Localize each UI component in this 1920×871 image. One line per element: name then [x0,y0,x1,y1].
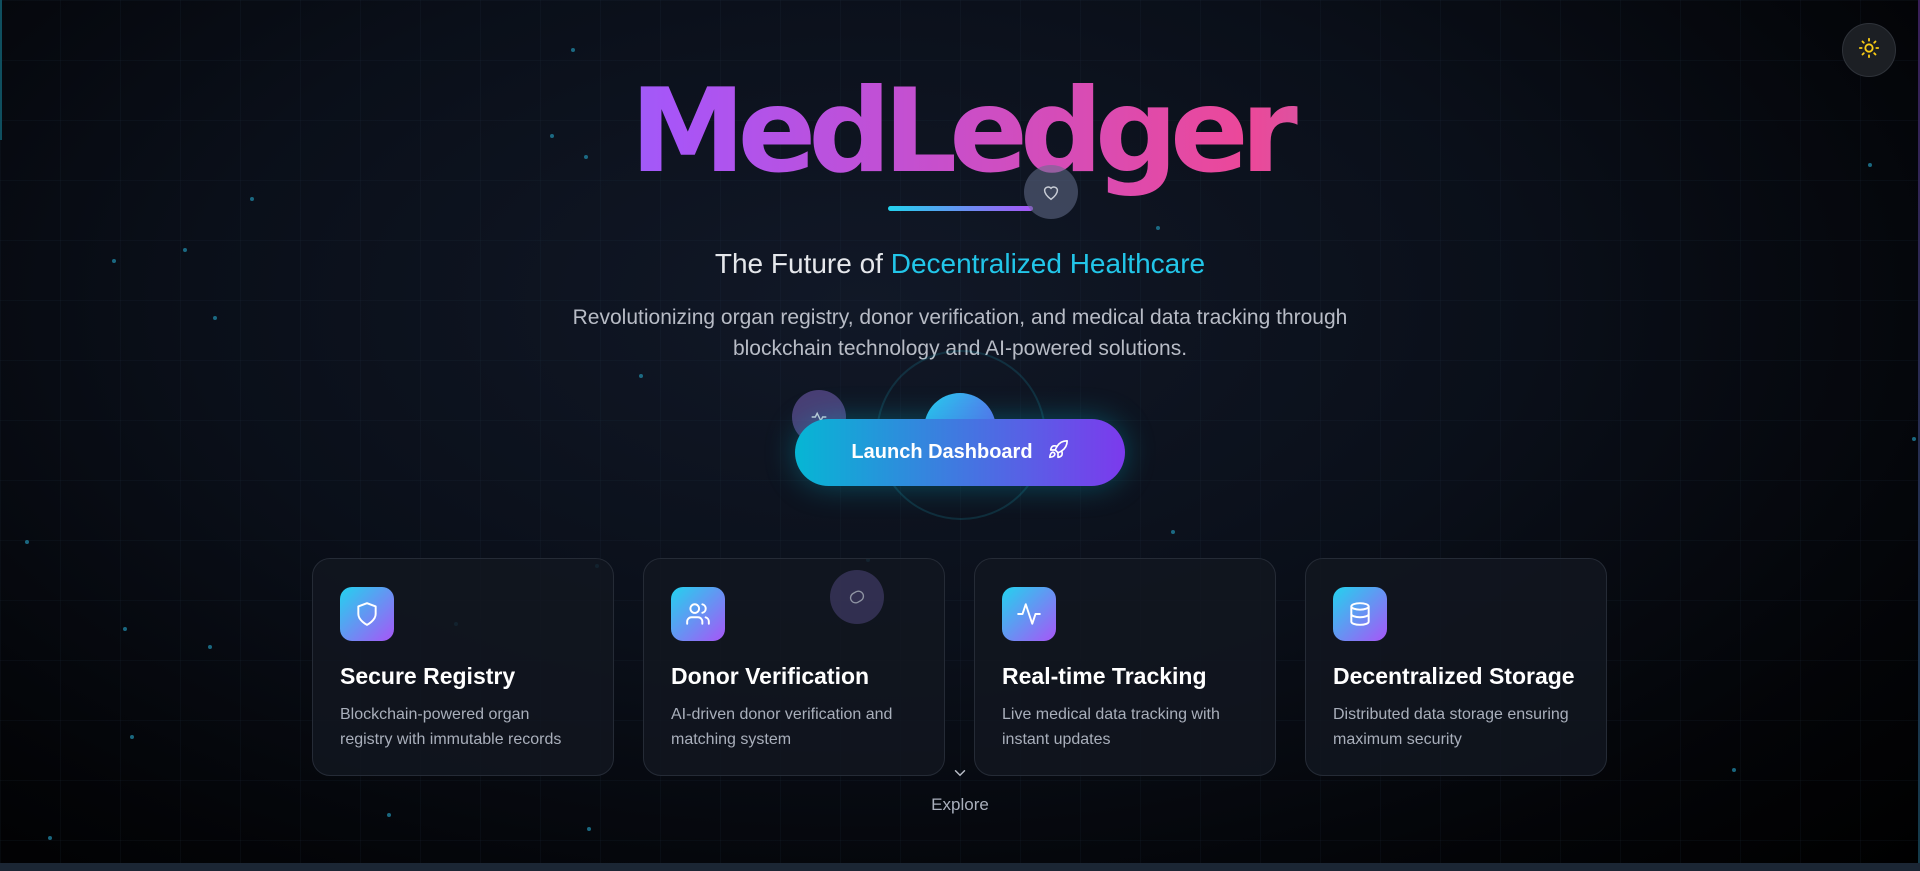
feature-text: Live medical data tracking with instant … [1002,706,1220,748]
feature-card-donor-verification[interactable]: Donor Verification AI-driven donor verif… [643,558,945,776]
feature-title: Decentralized Storage [1333,663,1575,689]
feature-card-decentralized-storage[interactable]: Decentralized Storage Distributed data s… [1305,558,1607,776]
users-icon [671,587,725,641]
feature-card-secure-registry[interactable]: Secure Registry Blockchain-powered organ… [312,558,614,776]
logo-title: MedLedger [0,68,1920,196]
feature-text: Distributed data storage ensuring maximu… [1333,706,1569,748]
feature-title: Donor Verification [671,663,870,689]
tagline-accent: Decentralized Healthcare [890,248,1206,279]
feature-title: Secure Registry [340,663,516,689]
feature-card-real-time-tracking[interactable]: Real-time Tracking Live medical data tra… [974,558,1276,776]
rocket-icon [1047,439,1069,467]
launch-dashboard-button[interactable]: Launch Dashboard [795,419,1125,486]
explore-link[interactable]: Explore [0,764,1920,815]
floating-heart-bubble [1024,165,1078,219]
logo-underline [888,206,1033,211]
floating-pill-bubble [830,570,884,624]
feature-text: AI-driven donor verification and matchin… [671,706,893,748]
database-icon [1333,587,1387,641]
explore-label: Explore [931,795,989,814]
launch-dashboard-label: Launch Dashboard [851,441,1033,463]
tagline-prefix: The Future of [714,248,891,279]
sun-icon [1858,37,1880,64]
chevron-down-icon [951,769,969,786]
feature-text: Blockchain-powered organ registry with i… [340,706,562,748]
bottom-bar [0,863,1920,871]
shield-icon [340,587,394,641]
activity-icon [1002,587,1056,641]
tagline: The Future of Decentralized Healthcare [0,248,1920,280]
feature-title: Real-time Tracking [1002,663,1207,689]
